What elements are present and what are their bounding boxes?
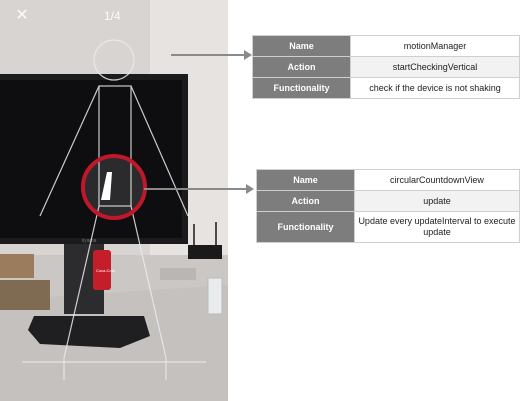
row-value: update [354, 190, 520, 212]
circular-countdown-table: Name circularCountdownView Action update… [256, 169, 520, 243]
row-key: Action [256, 190, 355, 212]
row-value: motionManager [350, 35, 520, 57]
top-bar: ✕ 1/4 [0, 0, 228, 34]
head-guide-outline [93, 39, 135, 81]
page-counter: 1/4 [104, 9, 121, 23]
table-row: Functionality Update every updateInterva… [256, 211, 520, 243]
row-value: Update every updateInterval to execute u… [354, 211, 520, 243]
row-key: Functionality [252, 77, 351, 99]
row-key: Action [252, 56, 351, 78]
row-key: Functionality [256, 211, 355, 243]
camera-overlay [22, 39, 206, 380]
table-row: Name motionManager [252, 35, 520, 57]
row-value: startCheckingVertical [350, 56, 520, 78]
row-key: Name [252, 35, 351, 57]
table-row: Functionality check if the device is not… [252, 77, 520, 99]
motion-manager-table: Name motionManager Action startCheckingV… [252, 35, 520, 99]
table-row: Action startCheckingVertical [252, 56, 520, 78]
close-icon: ✕ [15, 7, 29, 24]
table-row: Action update [256, 190, 520, 212]
row-value: circularCountdownView [354, 169, 520, 191]
close-button[interactable]: ✕ [12, 6, 32, 26]
row-value: check if the device is not shaking [350, 77, 520, 99]
circular-countdown-view [81, 154, 147, 220]
camera-screen: iiyama Coca-Cola ✕ 1/4 [0, 0, 228, 401]
table-row: Name circularCountdownView [256, 169, 520, 191]
row-key: Name [256, 169, 355, 191]
